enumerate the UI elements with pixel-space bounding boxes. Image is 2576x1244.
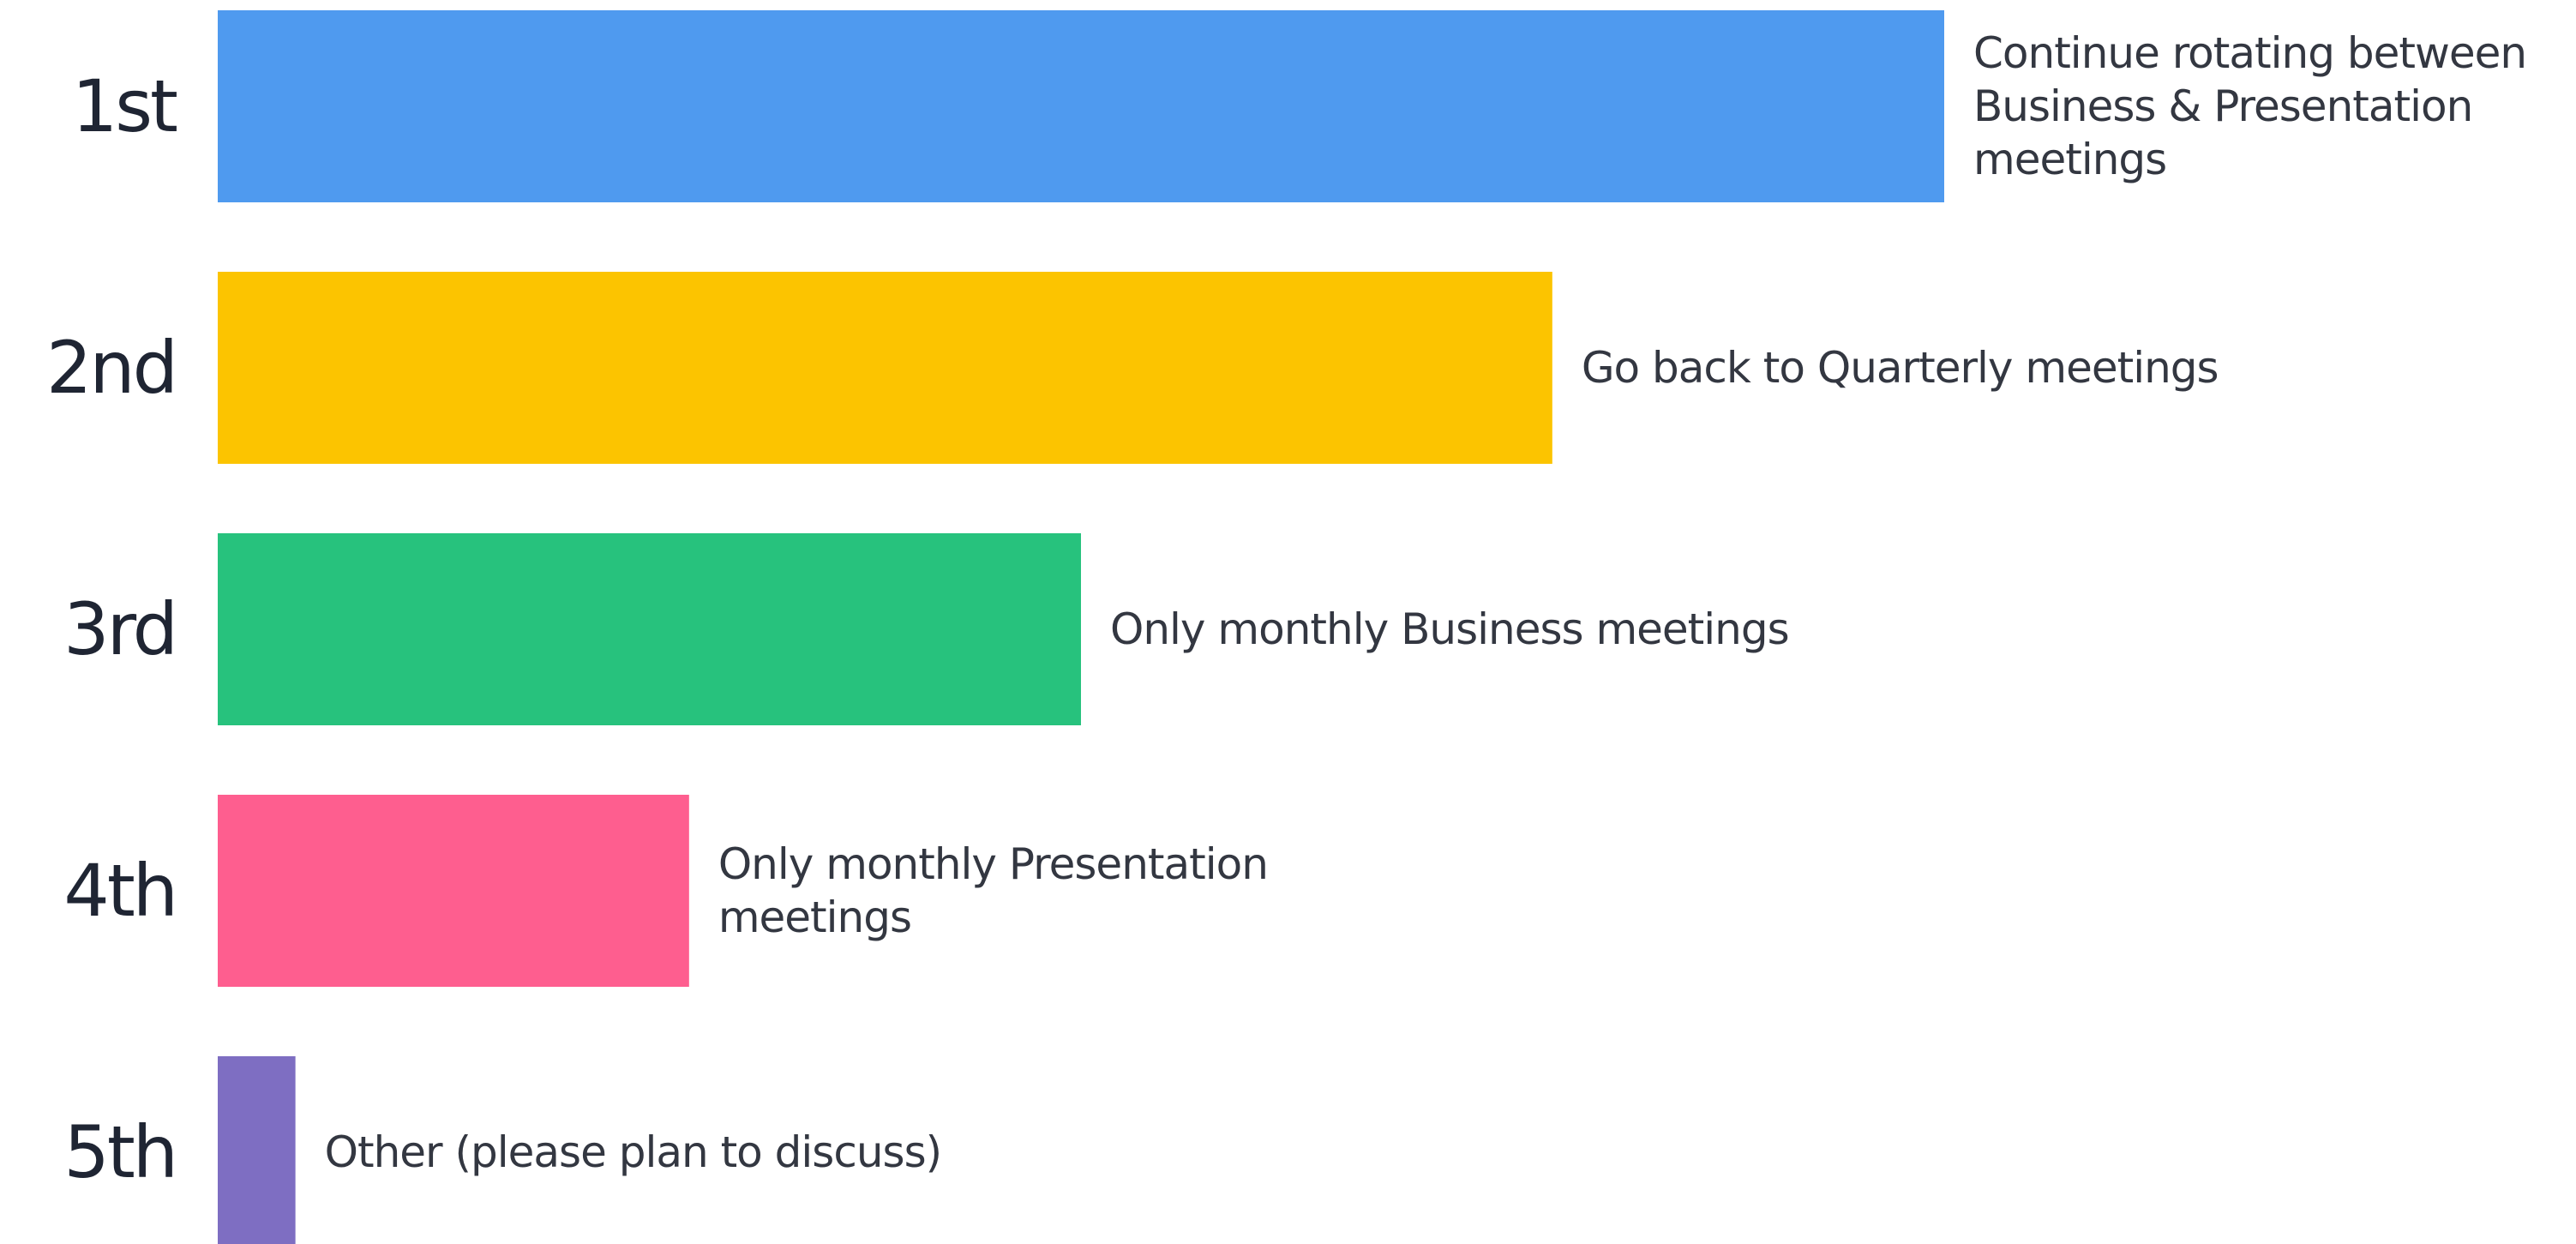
bar-label-5-line-1: Other (please plan to discuss) bbox=[325, 1127, 942, 1177]
bar-label-3-line-1: Only monthly Business meetings bbox=[1110, 604, 1789, 654]
rank-labels: 1st 2nd 3rd 4th 5th bbox=[46, 64, 179, 1194]
rank-label-2: 2nd bbox=[46, 326, 176, 410]
bar-5 bbox=[218, 1056, 296, 1244]
bar-label-2-line-1: Go back to Quarterly meetings bbox=[1582, 343, 2219, 393]
bar-label-1-line-2: Business & Presentation bbox=[1973, 81, 2472, 131]
ranking-bar-chart: 1st 2nd 3rd 4th 5th Continue rotating betwee… bbox=[46, 10, 2527, 1244]
bar-label-1-line-3: meetings bbox=[1973, 135, 2166, 184]
bar-3 bbox=[218, 533, 1081, 725]
bar-2 bbox=[218, 272, 1552, 464]
bar-label-1-line-1: Continue rotating between bbox=[1973, 28, 2526, 78]
bar-1 bbox=[218, 10, 1944, 202]
rank-label-1: 1st bbox=[72, 64, 177, 148]
bar-label-4-line-2: meetings bbox=[718, 892, 911, 942]
rank-label-3: 3rd bbox=[63, 587, 176, 671]
bar-4 bbox=[218, 795, 689, 987]
bar-label-4-line-1: Only monthly Presentation bbox=[718, 839, 1268, 889]
rank-label-4: 4th bbox=[63, 849, 176, 933]
rank-label-5: 5th bbox=[63, 1110, 176, 1194]
